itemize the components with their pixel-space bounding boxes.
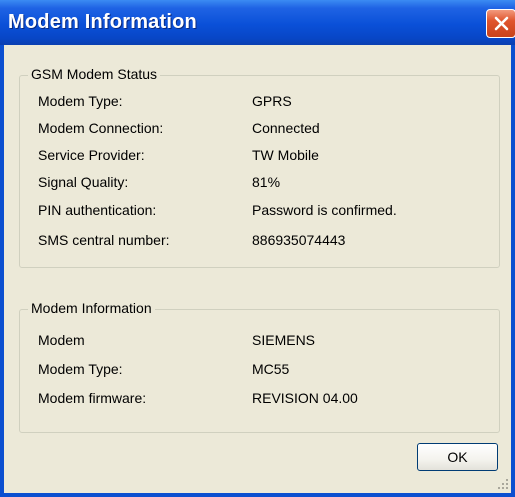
modem-type-value: GPRS (252, 93, 292, 109)
pin-authentication-label: PIN authentication: (38, 202, 157, 218)
pin-authentication-value: Password is confirmed. (252, 202, 397, 218)
ok-button[interactable]: OK (417, 443, 498, 471)
modem-type-info-value: MC55 (252, 361, 290, 377)
modem-information-legend: Modem Information (28, 300, 155, 316)
gsm-modem-status-legend: GSM Modem Status (28, 66, 161, 82)
sms-central-number-label: SMS central number: (38, 232, 170, 248)
resize-grip-icon[interactable] (497, 478, 509, 490)
signal-quality-value: 81% (252, 174, 281, 190)
dialog-body: GSM Modem Status Modem Type: GPRS Modem … (4, 45, 511, 493)
modem-information-group: Modem Information Modem SIEMENS Modem Ty… (19, 300, 500, 433)
modem-information-dialog: Modem Information GSM Modem Status Modem… (0, 0, 515, 497)
window-title: Modem Information (8, 11, 197, 33)
modem-value: SIEMENS (252, 332, 316, 348)
title-bar[interactable]: Modem Information (0, 0, 515, 45)
modem-type-info-label: Modem Type: (38, 361, 123, 377)
modem-connection-label: Modem Connection: (38, 120, 164, 136)
sms-central-number-value: 886935074443 (252, 232, 346, 248)
modem-firmware-label: Modem firmware: (38, 390, 147, 406)
service-provider-label: Service Provider: (38, 147, 145, 163)
close-button[interactable] (486, 9, 515, 38)
modem-connection-value: Connected (252, 120, 320, 136)
close-icon (494, 16, 509, 31)
signal-quality-label: Signal Quality: (38, 174, 129, 190)
service-provider-value: TW Mobile (252, 147, 319, 163)
modem-label: Modem (38, 332, 85, 348)
modem-type-label: Modem Type: (38, 93, 123, 109)
gsm-modem-status-group: GSM Modem Status Modem Type: GPRS Modem … (19, 66, 500, 268)
modem-firmware-value: REVISION 04.00 (252, 390, 358, 406)
